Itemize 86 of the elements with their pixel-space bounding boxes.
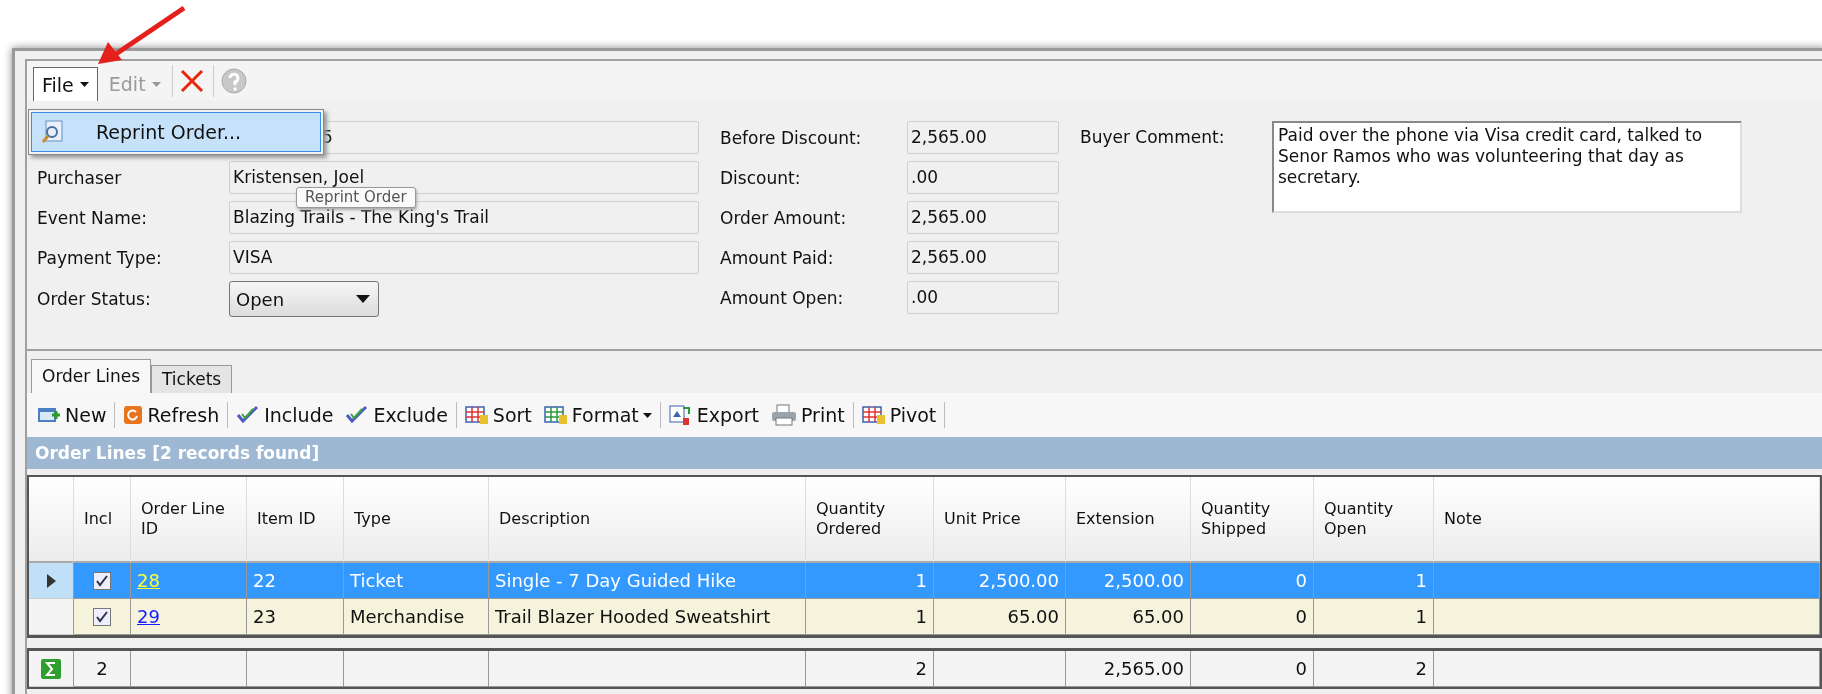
field-label: Before Discount: xyxy=(720,127,863,148)
amount-field[interactable]: 2,565.00 xyxy=(907,121,1059,154)
tab[interactable]: Order Lines xyxy=(31,359,151,393)
field-label: Order Amount: xyxy=(720,207,848,228)
refresh-icon xyxy=(123,405,144,425)
column-header[interactable]: Description xyxy=(489,477,806,563)
field-label: Purchaser xyxy=(37,167,123,188)
checkmark-icon xyxy=(345,405,370,425)
total-cell: 0 xyxy=(1191,651,1314,687)
checkbox[interactable] xyxy=(93,607,111,626)
column-header[interactable]: Note xyxy=(1434,477,1820,563)
column-header[interactable]: Item ID xyxy=(247,477,344,563)
id-link[interactable]: 29 xyxy=(137,606,160,627)
column-header[interactable]: Quantity Shipped xyxy=(1191,477,1314,563)
column-header[interactable]: Order Line ID xyxy=(131,477,247,563)
table-icon xyxy=(543,405,568,425)
table-cell: 1 xyxy=(1314,563,1434,599)
field-label: Payment Type: xyxy=(37,247,163,268)
table-cell: Trail Blazer Hooded Sweatshirt xyxy=(489,599,806,635)
table-cell: 0 xyxy=(1191,599,1314,635)
column-header[interactable]: Incl xyxy=(74,477,131,563)
row-selector[interactable] xyxy=(29,563,74,599)
field-label: Buyer Comment: xyxy=(1080,126,1226,147)
table-cell: Merchandise xyxy=(344,599,489,635)
table-cell: 0 xyxy=(1191,563,1314,599)
checkmark-icon xyxy=(236,405,261,425)
toolbar-button[interactable]: Print xyxy=(764,404,851,426)
field-label: Amount Open: xyxy=(720,287,845,308)
checkbox[interactable] xyxy=(93,571,111,590)
row-pointer-icon xyxy=(46,573,56,588)
table-cell: 23 xyxy=(247,599,344,635)
table-cell: 1 xyxy=(806,599,934,635)
toolbar-button[interactable]: Sort xyxy=(458,404,538,426)
toolbar-button[interactable]: Format xyxy=(537,404,658,426)
total-cell: 2 xyxy=(1314,651,1434,687)
field-label: Discount: xyxy=(720,167,802,188)
table-cell: 2,500.00 xyxy=(934,563,1066,599)
field-label: Amount Paid: xyxy=(720,247,835,268)
table-cell: Ticket xyxy=(344,563,489,599)
add-table-icon xyxy=(37,405,61,425)
table-cell: 2,500.00 xyxy=(1066,563,1191,599)
table-icon xyxy=(464,405,489,425)
text-field[interactable]: VISA xyxy=(229,241,699,274)
menu-item[interactable]: Reprint Order... xyxy=(31,112,321,152)
column-header[interactable]: Quantity Ordered xyxy=(806,477,934,563)
caret-icon xyxy=(356,295,370,303)
table-cell: 1 xyxy=(806,563,934,599)
amount-field[interactable]: 2,565.00 xyxy=(907,241,1059,274)
export-icon xyxy=(668,404,693,426)
total-cell: 2,565.00 xyxy=(1066,651,1191,687)
menu-button[interactable]: File xyxy=(33,67,98,101)
sum-icon xyxy=(40,657,62,680)
table-icon xyxy=(861,405,886,425)
toolbar-button[interactable]: Include xyxy=(230,404,340,426)
magnifier-page-icon xyxy=(40,119,66,145)
grid-caption: Order Lines [2 records found] xyxy=(27,437,1822,469)
caret-icon xyxy=(151,81,161,87)
caret-icon xyxy=(642,412,652,418)
column-header[interactable]: Unit Price xyxy=(934,477,1066,563)
table-cell: 65.00 xyxy=(934,599,1066,635)
comment-box[interactable]: Paid over the phone via Visa credit card, talked to Senor Ramos who was volunteering that day as secretary. xyxy=(1272,121,1742,213)
total-cell: 2 xyxy=(806,651,934,687)
amount-field[interactable]: 2,565.00 xyxy=(907,201,1059,234)
caret-icon xyxy=(79,82,89,87)
toolbar-button[interactable]: Pivot xyxy=(855,404,943,426)
table-cell: 1 xyxy=(1314,599,1434,635)
toolbar-button[interactable]: Export xyxy=(662,404,765,426)
table-cell: Single - 7 Day Guided Hike xyxy=(489,563,806,599)
field-label: Event Name: xyxy=(37,207,148,228)
status-dropdown[interactable]: Open xyxy=(229,281,379,317)
total-cell: 2 xyxy=(74,651,131,687)
close-icon[interactable] xyxy=(178,68,205,94)
column-header[interactable]: Quantity Open xyxy=(1314,477,1434,563)
column-header[interactable]: Extension xyxy=(1066,477,1191,563)
table-cell: 22 xyxy=(247,563,344,599)
amount-field[interactable]: .00 xyxy=(907,161,1059,194)
toolbar-button[interactable]: Refresh xyxy=(117,404,226,426)
printer-icon xyxy=(770,404,797,426)
table-cell: 65.00 xyxy=(1066,599,1191,635)
amount-field[interactable]: .00 xyxy=(907,281,1059,314)
field-label: Order Status: xyxy=(37,289,152,309)
toolbar-button[interactable]: Exclude xyxy=(339,404,454,426)
tab[interactable]: Tickets xyxy=(151,365,233,393)
tooltip: Reprint Order xyxy=(296,187,416,208)
column-header[interactable]: Type xyxy=(344,477,489,563)
toolbar-button[interactable]: New xyxy=(31,404,113,426)
